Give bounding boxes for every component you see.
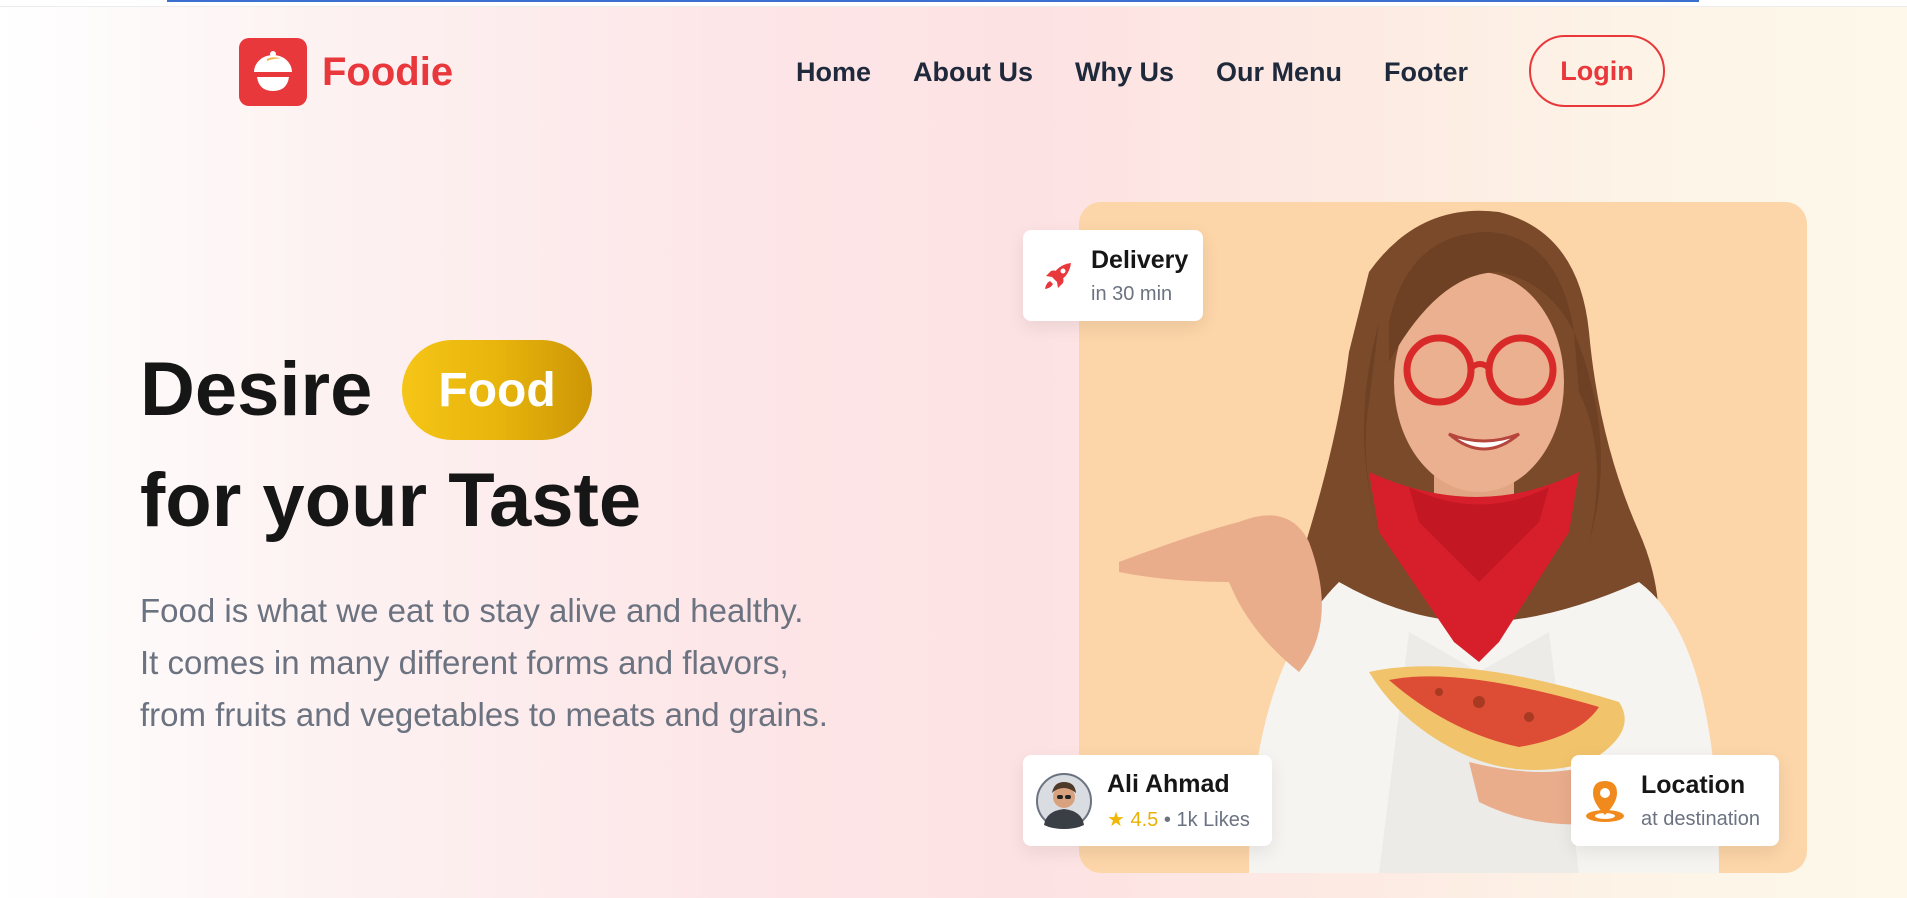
location-subtitle: at destination	[1641, 807, 1760, 830]
reviewer-stats: ★ 4.5 • 1k Likes	[1107, 807, 1250, 832]
nav-why-us[interactable]: Why Us	[1075, 57, 1174, 88]
description-line: It comes in many different forms and fla…	[140, 644, 789, 681]
star-icon: ★	[1107, 808, 1125, 831]
nav-home[interactable]: Home	[796, 57, 871, 88]
description-line: from fruits and vegetables to meats and …	[140, 696, 828, 733]
login-button[interactable]: Login	[1529, 35, 1665, 107]
loading-bar	[167, 0, 1699, 2]
avatar	[1036, 772, 1092, 829]
location-card: Location at destination	[1571, 755, 1779, 846]
delivery-card: Delivery in 30 min	[1023, 230, 1203, 321]
delivery-title: Delivery	[1091, 245, 1189, 274]
rocket-icon	[1041, 259, 1075, 293]
nav-about-us[interactable]: About Us	[913, 57, 1033, 88]
browser-top-edge	[0, 0, 1907, 7]
nav-footer[interactable]: Footer	[1384, 57, 1468, 88]
highlight-badge: Food	[402, 340, 592, 440]
likes-count: 1k Likes	[1176, 808, 1250, 831]
main-nav: Home About Us Why Us Our Menu Footer	[796, 40, 1510, 104]
reviewer-card: Ali Ahmad ★ 4.5 • 1k Likes	[1023, 755, 1272, 846]
hero-description: Food is what we eat to stay alive and he…	[140, 585, 960, 741]
rating-value: 4.5	[1130, 808, 1159, 831]
headline-word: Desire	[140, 347, 373, 432]
delivery-subtitle: in 30 min	[1091, 282, 1173, 305]
headline-line-1: Desire Food	[140, 340, 592, 440]
reviewer-name: Ali Ahmad	[1107, 769, 1230, 798]
brand-logo[interactable]: Foodie	[239, 38, 453, 106]
nav-our-menu[interactable]: Our Menu	[1216, 57, 1342, 88]
location-title: Location	[1641, 770, 1746, 799]
headline-line-2: for your Taste	[140, 458, 642, 543]
cloche-icon	[239, 38, 307, 106]
separator-dot: •	[1163, 808, 1171, 831]
location-pin-icon	[1584, 779, 1626, 823]
brand-name: Foodie	[322, 49, 454, 94]
description-line: Food is what we eat to stay alive and he…	[140, 592, 804, 629]
